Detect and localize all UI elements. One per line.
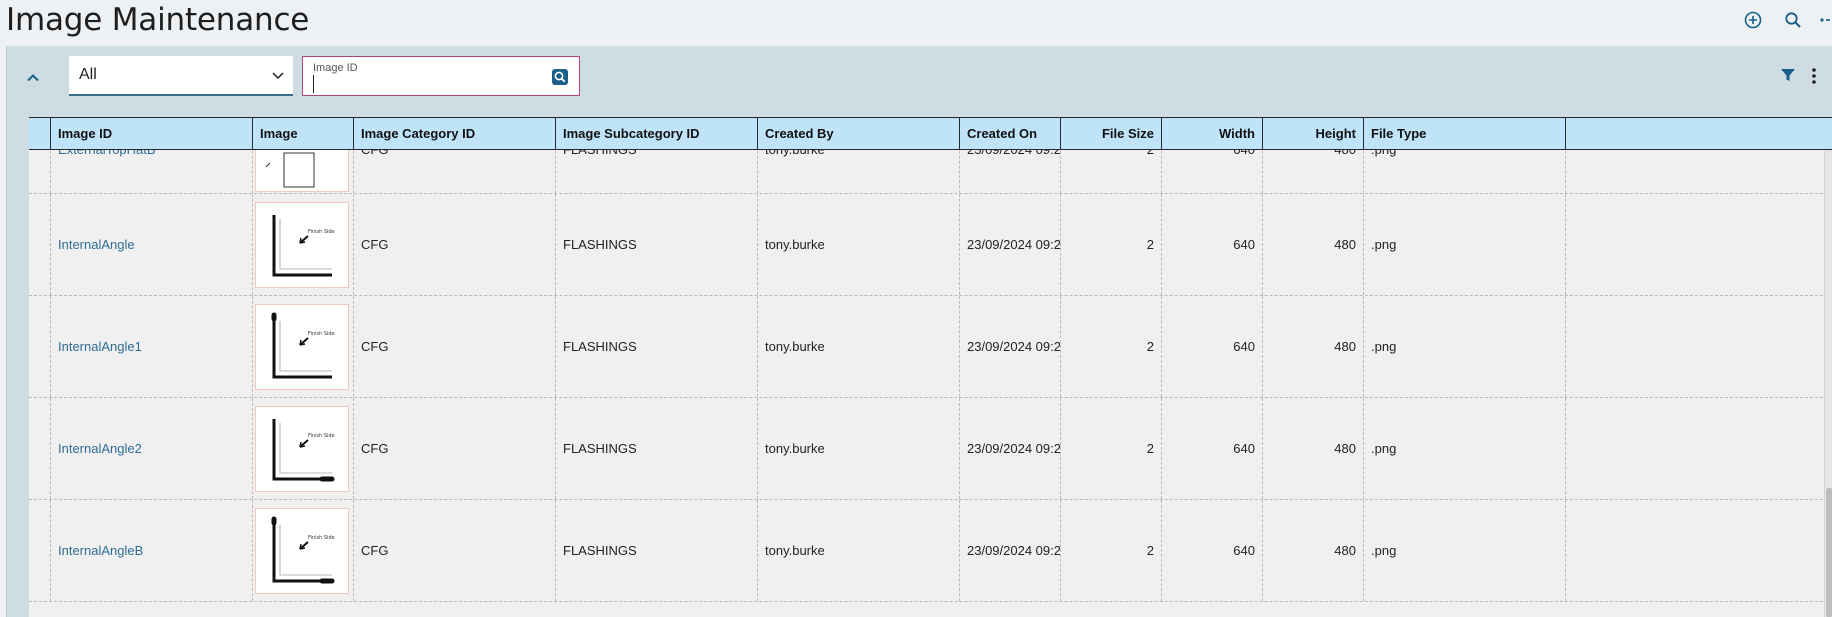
row-selector[interactable]: [29, 398, 51, 499]
page-header: Image Maintenance: [0, 0, 1832, 44]
scrollbar-thumb[interactable]: [1826, 488, 1832, 617]
svg-text:Finish Side: Finish Side: [308, 535, 335, 541]
file-type-cell: .png: [1364, 194, 1566, 295]
image-cell: Finish Side: [253, 194, 354, 295]
image-id-link[interactable]: InternalAngle: [51, 194, 253, 295]
row-selector[interactable]: [29, 500, 51, 601]
chevron-down-icon: [272, 72, 284, 80]
svg-text:Finish Side: Finish Side: [308, 331, 335, 337]
height-cell: 480: [1263, 398, 1364, 499]
row-selector-header[interactable]: [29, 118, 51, 149]
image-grid: Image ID Image Image Category ID Image S…: [29, 117, 1832, 617]
table-row[interactable]: InternalAngleB Finish Side CFG FLASHINGS…: [29, 500, 1832, 602]
created-by-cell: tony.burke: [758, 296, 960, 397]
table-row[interactable]: InternalAngle1 Finish Side CFG FLASHINGS: [29, 296, 1832, 398]
svg-text:Finish Side: Finish Side: [308, 229, 335, 235]
image-cell: Finish Side: [253, 398, 354, 499]
category-cell: CFG: [354, 194, 556, 295]
subcategory-cell: FLASHINGS: [556, 194, 758, 295]
created-on-cell: 23/09/2024 09:26: [960, 500, 1061, 601]
main-panel: All Image ID Image ID Image Image Catego…: [6, 46, 1832, 617]
filter-select-value: All: [79, 66, 97, 83]
search-label: Image ID: [313, 62, 358, 74]
image-thumbnail[interactable]: Finish Side: [255, 507, 349, 594]
width-cell: 640: [1162, 296, 1263, 397]
filter-select[interactable]: All: [69, 56, 293, 96]
file-type-cell: .png: [1364, 500, 1566, 601]
file-size-cell: 2: [1061, 398, 1162, 499]
toolbar: All Image ID: [7, 46, 1832, 108]
subcategory-cell: FLASHINGS: [556, 398, 758, 499]
vertical-scrollbar[interactable]: [1824, 150, 1832, 617]
column-headers: Image ID Image Image Category ID Image S…: [29, 117, 1832, 150]
col-header-image-subcategory-id[interactable]: Image Subcategory ID: [556, 118, 758, 149]
col-header-created-on[interactable]: Created On: [960, 118, 1061, 149]
col-header-file-type[interactable]: File Type: [1364, 118, 1566, 149]
svg-text:Finish Side: Finish Side: [308, 433, 335, 439]
created-by-cell: tony.burke: [758, 194, 960, 295]
table-body: ExternalTopHatB CFG FLASHINGS tony.burke…: [29, 117, 1832, 617]
col-header-height[interactable]: Height: [1263, 118, 1364, 149]
created-by-cell: tony.burke: [758, 500, 960, 601]
file-type-cell: .png: [1364, 296, 1566, 397]
image-thumbnail[interactable]: Finish Side: [255, 303, 349, 390]
row-selector[interactable]: [29, 194, 51, 295]
more-icon[interactable]: [1816, 8, 1832, 32]
image-cell: Finish Side: [253, 296, 354, 397]
image-thumbnail[interactable]: Finish Side: [255, 405, 349, 492]
image-thumbnail[interactable]: Finish Side: [255, 201, 349, 288]
created-on-cell: 23/09/2024 09:26: [960, 398, 1061, 499]
created-by-cell: tony.burke: [758, 398, 960, 499]
created-on-cell: 23/09/2024 09:26: [960, 296, 1061, 397]
image-id-link[interactable]: InternalAngle2: [51, 398, 253, 499]
subcategory-cell: FLASHINGS: [556, 500, 758, 601]
page-title: Image Maintenance: [6, 2, 310, 38]
height-cell: 480: [1263, 296, 1364, 397]
col-header-created-by[interactable]: Created By: [758, 118, 960, 149]
table-row[interactable]: InternalAngle2 Finish Side CFG FLASHINGS: [29, 398, 1832, 500]
category-cell: CFG: [354, 500, 556, 601]
height-cell: 480: [1263, 194, 1364, 295]
width-cell: 640: [1162, 194, 1263, 295]
image-id-link[interactable]: InternalAngle1: [51, 296, 253, 397]
filter-icon[interactable]: [1780, 67, 1796, 83]
chevron-up-icon: [27, 74, 39, 82]
search-icon[interactable]: [1781, 8, 1805, 32]
image-cell: Finish Side: [253, 500, 354, 601]
file-size-cell: 2: [1061, 500, 1162, 601]
col-header-image[interactable]: Image: [253, 118, 354, 149]
width-cell: 640: [1162, 398, 1263, 499]
image-id-search-field[interactable]: Image ID: [302, 56, 580, 96]
col-header-image-category-id[interactable]: Image Category ID: [354, 118, 556, 149]
col-header-image-id[interactable]: Image ID: [51, 118, 253, 149]
width-cell: 640: [1162, 500, 1263, 601]
file-size-cell: 2: [1061, 296, 1162, 397]
created-on-cell: 23/09/2024 09:26: [960, 194, 1061, 295]
image-id-link[interactable]: InternalAngleB: [51, 500, 253, 601]
row-selector[interactable]: [29, 296, 51, 397]
height-cell: 480: [1263, 500, 1364, 601]
table-row[interactable]: InternalAngle Finish Side CFG FLASHINGS …: [29, 194, 1832, 296]
search-icon[interactable]: [551, 68, 569, 86]
image-id-search-input[interactable]: [313, 75, 539, 93]
file-size-cell: 2: [1061, 194, 1162, 295]
subcategory-cell: FLASHINGS: [556, 296, 758, 397]
category-cell: CFG: [354, 398, 556, 499]
file-type-cell: .png: [1364, 398, 1566, 499]
col-header-file-size[interactable]: File Size: [1061, 118, 1162, 149]
collapse-button[interactable]: [21, 66, 45, 90]
add-circle-icon[interactable]: [1741, 8, 1765, 32]
category-cell: CFG: [354, 296, 556, 397]
col-header-width[interactable]: Width: [1162, 118, 1263, 149]
kebab-menu-icon[interactable]: [1807, 67, 1821, 85]
